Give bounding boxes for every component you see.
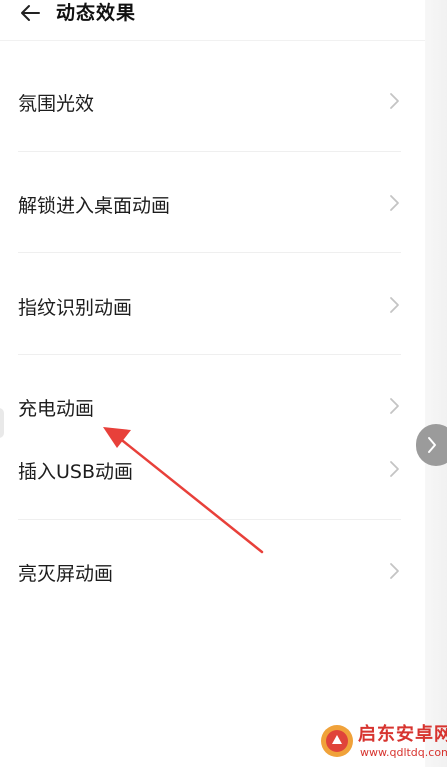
chevron-right-icon [390, 93, 399, 109]
settings-item-label: 插入USB动画 [18, 461, 134, 483]
settings-item-label: 指纹识别动画 [18, 297, 133, 319]
back-button[interactable] [14, 0, 46, 26]
settings-item-fingerprint-animation[interactable]: 指纹识别动画 [0, 284, 425, 326]
settings-item-label: 亮灭屏动画 [18, 563, 114, 585]
settings-item-screen-on-off-animation[interactable]: 亮灭屏动画 [0, 550, 425, 592]
divider [18, 151, 401, 152]
side-panel-handle[interactable] [416, 424, 447, 466]
chevron-right-icon [390, 398, 399, 414]
settings-item-label: 解锁进入桌面动画 [18, 195, 171, 217]
chevron-right-icon [390, 297, 399, 313]
watermark: 启东安卓网 www.qdltdq.com [316, 716, 447, 764]
settings-screen: 动态效果 氛围光效 解锁进入桌面动画 指纹识别动画 充电动画 插入USB动画 亮… [0, 0, 447, 767]
chevron-right-icon [390, 195, 399, 211]
arrow-left-icon [21, 5, 40, 21]
settings-item-ambient-light[interactable]: 氛围光效 [0, 80, 425, 122]
settings-item-label: 氛围光效 [18, 93, 95, 115]
watermark-logo-icon [321, 725, 353, 757]
left-edge-tab[interactable] [0, 408, 4, 438]
settings-item-usb-animation[interactable]: 插入USB动画 [0, 448, 425, 490]
page-title: 动态效果 [56, 2, 137, 24]
divider [18, 252, 401, 253]
edge-shade [425, 0, 447, 767]
chevron-right-icon [428, 437, 436, 453]
chevron-right-icon [390, 563, 399, 579]
divider [18, 354, 401, 355]
settings-item-charging-animation[interactable]: 充电动画 [0, 385, 425, 427]
settings-item-unlock-animation[interactable]: 解锁进入桌面动画 [0, 182, 425, 224]
settings-item-label: 充电动画 [18, 398, 95, 420]
divider [18, 519, 401, 520]
watermark-name: 启东安卓网 [358, 724, 447, 745]
top-bar: 动态效果 [0, 0, 425, 41]
chevron-right-icon [390, 461, 399, 477]
watermark-url: www.qdltdq.com [360, 746, 447, 759]
